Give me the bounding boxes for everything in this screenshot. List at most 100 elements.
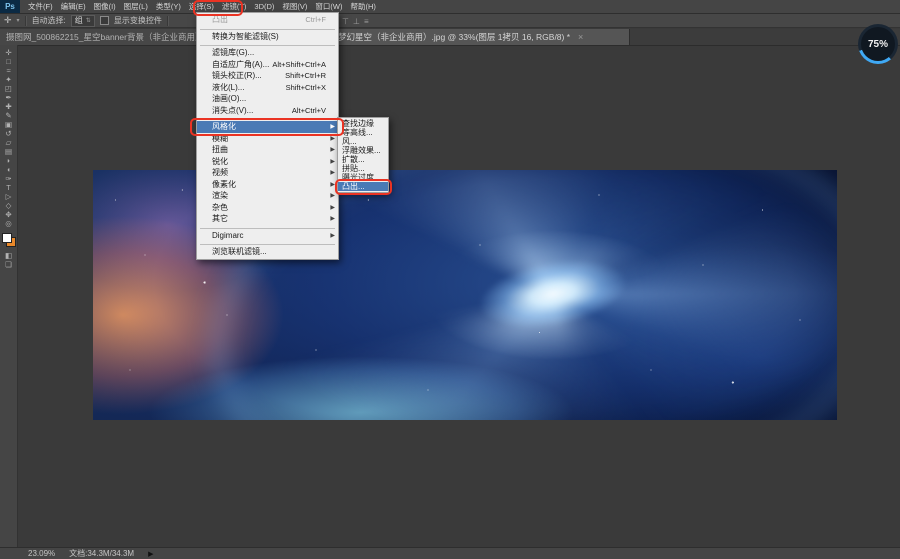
align-bottom-icon[interactable]: ⊥ [353,17,360,26]
filter-menu-item[interactable]: 扭曲 ▶ [197,144,338,156]
filter-menu-item-label: 视频 [212,168,228,178]
shape-tool[interactable]: ◇ [1,201,17,210]
distribute-icon[interactable]: ≡ [364,17,369,26]
menu-image[interactable]: 图像(I) [90,0,120,13]
submenu-arrow-icon: ▶ [330,204,335,211]
filter-menu-item[interactable]: 风格化 ▶ [197,121,338,133]
status-bar: 23.09% 文档:34.3M/34.3M ▶ [0,547,900,559]
align-top-icon[interactable]: ⊤ [342,17,349,26]
menu-edit[interactable]: 编辑(E) [57,0,90,13]
tool-preset-caret-icon[interactable]: ▾ [17,17,20,24]
zoom-tool[interactable]: ◎ [1,219,17,228]
path-selection-tool[interactable]: ▷ [1,192,17,201]
filter-menu-item[interactable]: 油画(O)... ▶ [197,93,338,105]
filter-menu-item-label: 液化(L)... [212,82,245,92]
show-transform-label: 显示变换控件 [113,16,162,25]
stylize-submenu-panel: 查找边缘 等高线... 风... 浮雕效果... 扩散... 拼贴... 曝光过度 凸出... [337,117,389,193]
move-tool-icon[interactable]: ✛ [4,15,12,26]
tab-close-icon[interactable]: × [578,32,583,42]
photoshop-logo-icon[interactable]: Ps [0,0,20,13]
stylize-submenu-item[interactable]: 查找边缘 [338,119,388,128]
brush-tool[interactable]: ✎ [1,111,17,120]
filter-menu-item[interactable]: 消失点(V)... Alt+Ctrl+V ▶ [197,105,338,117]
foreground-swatch[interactable] [1,233,12,243]
submenu-arrow-icon: ▶ [330,216,335,222]
filter-menu-item-label: 渲染 [212,191,228,201]
filter-menu-item[interactable]: 模糊 ▶ [197,133,338,145]
stylize-submenu-item[interactable]: 拼贴... [338,164,388,173]
filter-menu-item[interactable]: 渲染 ▶ [197,190,338,202]
document-tab-1-label: 摄图网_500862215_星空banner背景（非企业商用） [6,32,204,42]
filter-menu-item-shortcut: Alt+Shift+Ctrl+A [272,59,326,69]
filter-menu-item[interactable]: Digimarc ▶ [197,230,338,242]
filter-menu-item[interactable]: 凸出 Ctrl+F ▶ [197,14,338,26]
filter-menu-item[interactable]: 滤镜库(G)... ▶ [197,47,338,59]
menu-help[interactable]: 帮助(H) [347,0,380,13]
clone-stamp-tool[interactable]: ▣ [1,120,17,129]
quick-selection-tool[interactable]: ✦ [1,75,17,84]
hand-tool[interactable]: ✥ [1,210,17,219]
marquee-tool[interactable]: □ [1,57,17,66]
document-tab-2[interactable]: 梦幻星空（非企业商用）.jpg @ 33%(图层 1拷贝 16, RGB/8) … [332,29,630,45]
filter-menu-item[interactable]: 杂色 ▶ [197,202,338,214]
move-tool[interactable]: ✛ [1,48,17,57]
auto-select-value: 组 [74,16,83,25]
stylize-submenu-item[interactable]: 扩散... [338,155,388,164]
filter-menu-item-label: 其它 [212,214,228,224]
filter-menu-item[interactable]: 转换为智能滤镜(S) ▶ [197,31,338,43]
status-menu-arrow-icon[interactable]: ▶ [148,550,153,558]
blur-tool[interactable]: ◗ [1,156,17,165]
filter-menu-item[interactable]: 浏览联机滤镜... ▶ [197,246,338,258]
filter-menu-panel: 凸出 Ctrl+F ▶ ▶ 转换为智能滤镜(S) ▶ ▶ 滤镜库(G)... ▶ [196,12,339,260]
filter-menu-item[interactable]: 自适应广角(A)... Alt+Shift+Ctrl+A ▶ [197,59,338,71]
type-tool[interactable]: T [1,183,17,192]
filter-menu-item[interactable]: 锐化 ▶ [197,156,338,168]
filter-menu-item-label: 风格化 [212,122,236,132]
filter-menu-item-label: 转换为智能滤镜(S) [212,31,279,41]
filter-menu-item-label: 镜头校正(R)... [212,71,262,81]
options-separator [166,15,169,26]
submenu-arrow-icon: ▶ [330,170,335,176]
menu-file[interactable]: 文件(F) [24,0,57,13]
gradient-tool[interactable]: ▤ [1,147,17,156]
filter-menu-item[interactable]: 其它 ▶ [197,213,338,225]
filter-menu-item[interactable]: 像素化 ▶ [197,179,338,191]
filter-menu-item-label: Digimarc [212,230,244,240]
eraser-tool[interactable]: ▱ [1,138,17,147]
options-separator [24,15,27,26]
filter-menu-item-label: 油画(O)... [212,94,247,104]
quick-mask-icon[interactable]: ◧ [1,251,17,260]
stylize-submenu-item[interactable]: 凸出... [338,182,388,191]
filter-menu-item-label: 像素化 [212,179,236,189]
tools-panel: ✛ □ ≈ ✦ ◰ ✒ ✚ ✎ ▣ ↺ ▱ ▤ ◗ ◖ ✑ T ▷ ◇ ✥ ◎ ◧ ❏ [0,45,18,548]
filter-menu-item-label: 自适应广角(A)... [212,59,270,69]
percent-badge-label: 75% [861,27,895,61]
filter-menu-item[interactable]: 镜头校正(R)... Shift+Ctrl+R ▶ [197,70,338,82]
filter-menu-item-label: 滤镜库(G)... [212,48,255,58]
crop-tool[interactable]: ◰ [1,84,17,93]
auto-select-dropdown[interactable]: 组 ⇅ [70,14,95,27]
show-transform-checkbox[interactable] [99,16,109,25]
zoom-level[interactable]: 23.09% [28,549,55,558]
menu-layer[interactable]: 图层(L) [120,0,152,13]
history-brush-tool[interactable]: ↺ [1,129,17,138]
pen-tool[interactable]: ✑ [1,174,17,183]
filter-menu-item-label: 模糊 [212,133,228,143]
dodge-tool[interactable]: ◖ [1,165,17,174]
stylize-submenu-item[interactable]: 风... [338,137,388,146]
healing-brush-tool[interactable]: ✚ [1,102,17,111]
menu-type[interactable]: 类型(Y) [152,0,185,13]
stylize-submenu-item[interactable]: 曝光过度 [338,173,388,182]
filter-menu-item-label: 消失点(V)... [212,105,254,115]
lasso-tool[interactable]: ≈ [1,66,17,75]
screen-mode-icon[interactable]: ❏ [1,260,17,269]
submenu-arrow-icon: ▶ [330,124,335,130]
stylize-submenu-item[interactable]: 等高线... [338,128,388,137]
submenu-arrow-icon: ▶ [330,135,335,142]
tools-list: ✛ □ ≈ ✦ ◰ ✒ ✚ ✎ ▣ ↺ ▱ ▤ ◗ ◖ ✑ T ▷ ◇ ✥ ◎ [1,48,17,228]
stylize-submenu-item[interactable]: 浮雕效果... [338,146,388,155]
filter-menu-item[interactable]: 视频 ▶ [197,167,338,179]
submenu-arrow-icon: ▶ [330,193,335,199]
filter-menu-item[interactable]: 液化(L)... Shift+Ctrl+X ▶ [197,82,338,94]
eyedropper-tool[interactable]: ✒ [1,93,17,102]
